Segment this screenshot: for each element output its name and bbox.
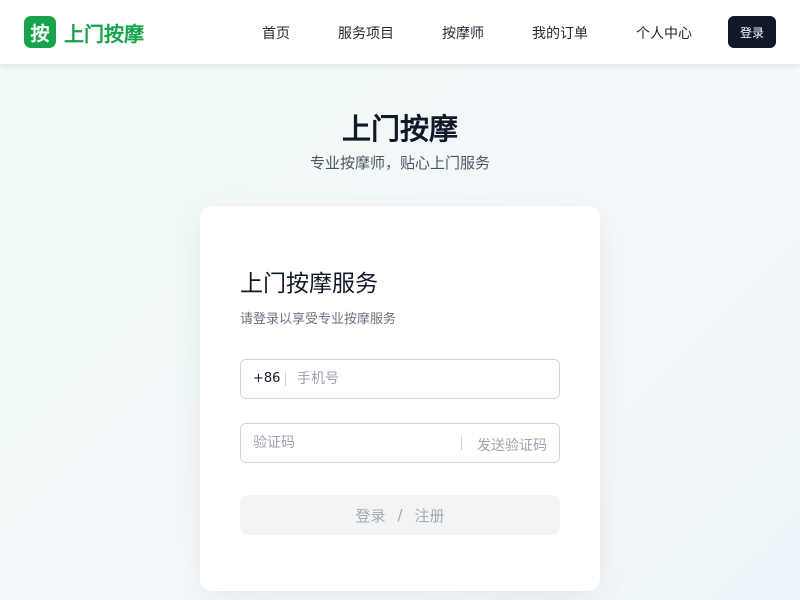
submit-login-label: 登录 [355, 506, 386, 525]
send-code-button[interactable]: 发送验证码 [477, 435, 547, 455]
header-login-button[interactable]: 登录 [728, 16, 776, 48]
nav-item-home[interactable]: 首页 [262, 23, 290, 43]
submit-register-label: 注册 [414, 506, 445, 525]
login-register-button[interactable]: 登录 / 注册 [240, 495, 560, 535]
login-card: 上门按摩服务 请登录以享受专业按摩服务 +86 发送验证码 登录 / 注册 [200, 206, 600, 591]
submit-separator: / [397, 506, 403, 524]
nav-item-services[interactable]: 服务项目 [338, 23, 394, 43]
nav-item-profile[interactable]: 个人中心 [636, 23, 692, 43]
code-divider [461, 436, 462, 450]
card-subtitle: 请登录以享受专业按摩服务 [240, 312, 397, 327]
top-header: 按 上门按摩 首页 服务项目 按摩师 我的订单 个人中心 登录 [0, 0, 800, 64]
prefix-divider [285, 372, 286, 386]
verification-code-field: 发送验证码 [240, 423, 560, 463]
phone-input[interactable] [297, 360, 553, 398]
page-subtitle: 专业按摩师，贴心上门服务 [309, 154, 490, 172]
nav-item-masseurs[interactable]: 按摩师 [442, 23, 484, 43]
main-nav: 首页 服务项目 按摩师 我的订单 个人中心 [0, 0, 800, 64]
country-code-prefix: +86 [253, 371, 281, 386]
phone-field: +86 [240, 359, 560, 399]
card-title: 上门按摩服务 [240, 271, 378, 297]
verification-code-input[interactable] [253, 424, 453, 462]
nav-item-my-orders[interactable]: 我的订单 [532, 23, 588, 43]
page-title: 上门按摩 [341, 112, 458, 146]
